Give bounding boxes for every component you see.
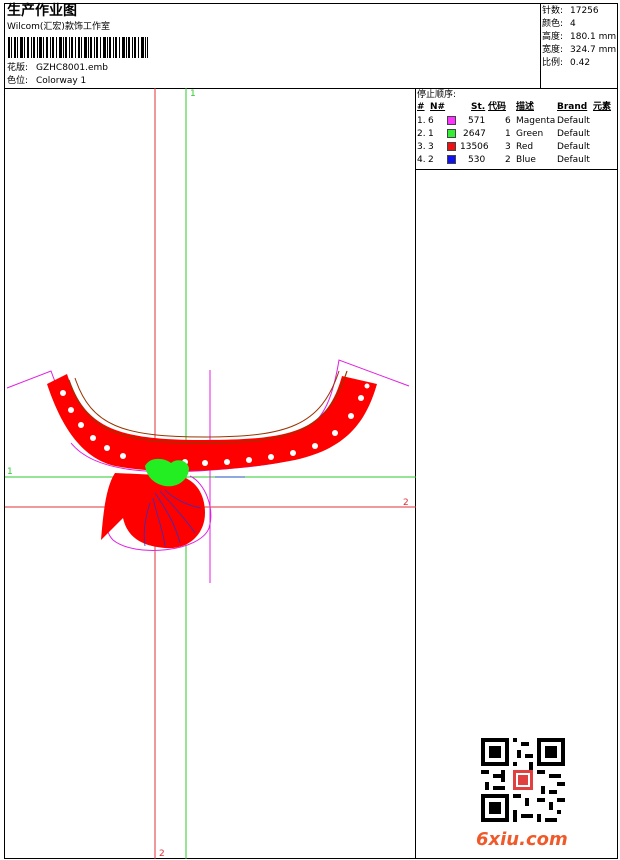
stat-colors-value: 4 bbox=[570, 19, 576, 29]
stat-width-label: 宽度: bbox=[542, 45, 564, 55]
col-num-header: # bbox=[417, 102, 425, 112]
row-stitches: 2647 bbox=[463, 129, 486, 139]
stop-sequence-title: 停止顺序: bbox=[417, 90, 457, 100]
table-row: 3. 3 13506 3 Red Default bbox=[417, 142, 617, 155]
colorway-value: Colorway 1 bbox=[36, 76, 87, 86]
stat-height: 高度: 180.1 mm bbox=[542, 32, 616, 43]
row-description: Blue bbox=[516, 155, 536, 165]
table-row: 4. 2 530 2 Blue Default bbox=[417, 155, 617, 168]
row-brand: Default bbox=[557, 129, 590, 139]
stat-colors-label: 颜色: bbox=[542, 19, 564, 29]
guide-label-h2: 2 bbox=[403, 498, 409, 508]
row-needle: 3 bbox=[428, 142, 434, 152]
page-title: 生产作业图 bbox=[7, 3, 77, 19]
stat-scale: 比例: 0.42 bbox=[542, 58, 590, 69]
row-code: 3 bbox=[505, 142, 511, 152]
row-description: Green bbox=[516, 129, 544, 139]
motif-red-shape bbox=[101, 473, 205, 549]
colorway-label: 色位: bbox=[7, 76, 29, 86]
row-stitches: 530 bbox=[468, 155, 486, 165]
row-stitches: 13506 bbox=[460, 142, 489, 152]
row-description: Red bbox=[516, 142, 534, 152]
row-code: 2 bbox=[505, 155, 511, 165]
collar-inner-line-2 bbox=[74, 370, 340, 438]
row-index: 4. bbox=[417, 155, 426, 165]
barcode-image bbox=[8, 37, 148, 58]
embroidery-preview: 1 1 2 2 bbox=[5, 88, 416, 859]
qr-center-stamp bbox=[513, 770, 533, 790]
color-swatch bbox=[447, 142, 456, 151]
row-brand: Default bbox=[557, 155, 590, 165]
design-filename: GZHC8001.emb bbox=[36, 63, 108, 73]
col-brand-header: Brand bbox=[557, 102, 588, 112]
row-needle: 6 bbox=[428, 116, 434, 126]
row-stitches: 571 bbox=[468, 116, 486, 126]
stat-width-value: 324.7 mm bbox=[570, 45, 617, 55]
design-label: 花版: bbox=[7, 63, 29, 73]
col-stitches-header: St. bbox=[471, 102, 486, 112]
stat-stitches-value: 17256 bbox=[570, 6, 599, 16]
stat-height-value: 180.1 mm bbox=[570, 32, 617, 42]
row-brand: Default bbox=[557, 116, 590, 126]
color-swatch bbox=[447, 129, 456, 138]
table-row: 2. 1 2647 1 Green Default bbox=[417, 129, 617, 142]
row-index: 2. bbox=[417, 129, 426, 139]
stat-stitches-label: 针数: bbox=[542, 6, 564, 16]
row-needle: 1 bbox=[428, 129, 434, 139]
stat-scale-label: 比例: bbox=[542, 58, 564, 68]
col-n-header: N# bbox=[430, 102, 446, 112]
stat-width: 宽度: 324.7 mm bbox=[542, 45, 616, 56]
row-brand: Default bbox=[557, 142, 590, 152]
guide-label-v2: 2 bbox=[159, 849, 165, 859]
table-row: 1. 6 571 6 Magenta Default bbox=[417, 116, 617, 129]
qr-code-image bbox=[481, 738, 565, 822]
row-code: 1 bbox=[505, 129, 511, 139]
company-name: Wilcom(汇宏)款饰工作室 bbox=[7, 22, 110, 32]
stat-colors: 颜色: 4 bbox=[542, 19, 576, 30]
col-element-header: 元素 bbox=[593, 102, 612, 112]
guide-label-h1: 1 bbox=[7, 467, 13, 477]
stat-height-label: 高度: bbox=[542, 32, 564, 42]
row-index: 3. bbox=[417, 142, 426, 152]
stat-scale-value: 0.42 bbox=[570, 58, 591, 68]
row-needle: 2 bbox=[428, 155, 434, 165]
stat-stitches: 针数: 17256 bbox=[542, 6, 599, 17]
row-description: Magenta bbox=[516, 116, 556, 126]
col-code-header: 代码 bbox=[488, 102, 507, 112]
watermark-logo: 6xiu.com bbox=[476, 829, 568, 850]
color-swatch bbox=[447, 116, 456, 125]
row-index: 1. bbox=[417, 116, 426, 126]
col-desc-header: 描述 bbox=[516, 102, 535, 112]
color-swatch bbox=[447, 155, 456, 164]
row-code: 6 bbox=[505, 116, 511, 126]
guide-label-v1: 1 bbox=[190, 89, 196, 99]
